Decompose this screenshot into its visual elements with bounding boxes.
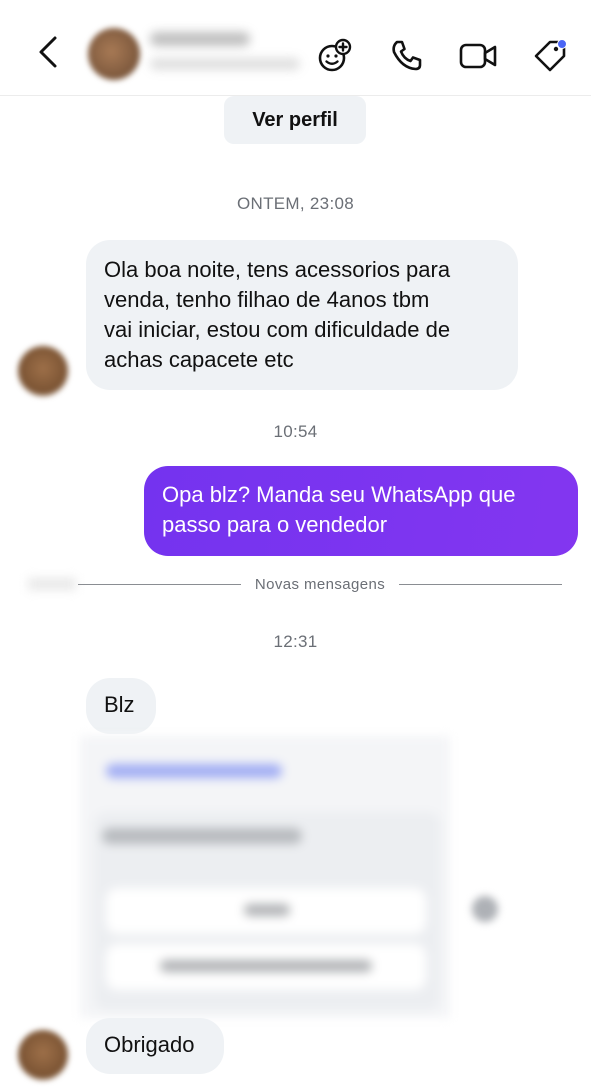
incoming-message-bubble[interactable]: Obrigado (86, 1018, 224, 1074)
incoming-message-bubble[interactable]: Ola boa noite, tens acessorios para vend… (86, 240, 518, 390)
video-camera-icon (459, 43, 497, 69)
call-button[interactable] (386, 36, 426, 76)
blurred-shared-card (80, 736, 450, 1018)
message-line: Blz (104, 692, 135, 717)
message-line: venda, tenho filhao de 4anos tbm (104, 287, 430, 312)
timestamp: 12:31 (273, 632, 318, 651)
message-line: Opa blz? Manda seu WhatsApp que (162, 482, 516, 507)
phone-icon (392, 40, 422, 71)
new-messages-divider: Novas mensagens (78, 574, 563, 594)
blurred-card-button[interactable] (106, 888, 426, 934)
message-line: achas capacete etc (104, 347, 294, 372)
blurred-card-button[interactable] (106, 944, 426, 990)
contact-subtitle (150, 58, 300, 70)
reaction-icon[interactable] (472, 896, 498, 922)
divider-line (78, 583, 241, 585)
timestamp: 10:54 (273, 422, 318, 441)
game-controller-icon (318, 38, 352, 72)
divider-label: Novas mensagens (254, 575, 386, 593)
message-line: Obrigado (104, 1032, 195, 1057)
contact-name[interactable] (150, 32, 250, 46)
outgoing-message-bubble[interactable]: Opa blz? Manda seu WhatsApp que passo pa… (144, 466, 578, 556)
back-button[interactable] (30, 32, 66, 72)
divider-line (399, 583, 563, 585)
message-line: passo para o vendedor (162, 512, 388, 537)
game-button[interactable] (314, 36, 354, 76)
incoming-message-bubble[interactable]: Blz (86, 678, 156, 734)
sender-avatar[interactable] (18, 346, 68, 396)
label-button[interactable] (530, 36, 570, 76)
message-line: Ola boa noite, tens acessorios para (104, 257, 451, 282)
read-receipt-blur (28, 578, 76, 590)
timestamp: ONTEM, 23:08 (237, 194, 354, 213)
notification-dot (557, 39, 567, 49)
view-profile-button[interactable]: Ver perfil (224, 96, 366, 144)
blurred-link (106, 764, 282, 778)
sender-avatar[interactable] (18, 1030, 68, 1080)
message-line: vai iniciar, estou com dificuldade de (104, 317, 451, 342)
back-chevron-icon (39, 36, 57, 68)
blurred-card-title (102, 828, 302, 844)
contact-avatar[interactable] (88, 28, 140, 80)
chat-header (0, 8, 591, 96)
status-bar (0, 0, 591, 8)
video-call-button[interactable] (458, 36, 498, 76)
